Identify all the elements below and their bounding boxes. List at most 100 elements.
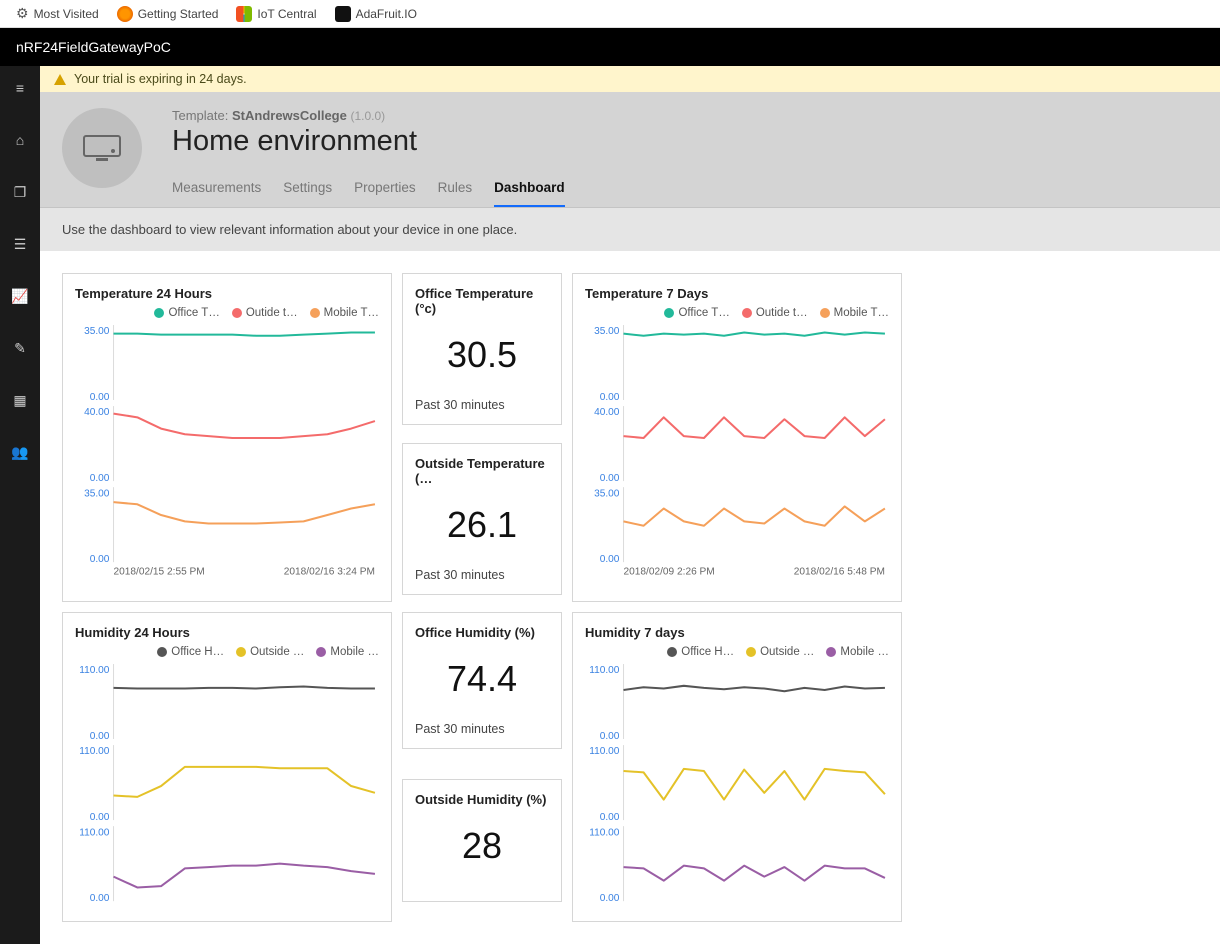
svg-text:0.00: 0.00 — [90, 392, 110, 403]
kpi-value: 74.4 — [415, 658, 549, 700]
sidebar-home-icon[interactable]: ⌂ — [4, 124, 36, 156]
bookmark-getting-started[interactable]: Getting Started — [117, 6, 219, 22]
legend-dot-icon — [316, 647, 326, 657]
card-title: Temperature 7 Days — [585, 286, 889, 301]
svg-text:2018/02/15 2:55 PM: 2018/02/15 2:55 PM — [114, 566, 205, 577]
chart-svg: 110.000.00110.000.00110.000.00 — [75, 662, 379, 905]
card-temperature-7d[interactable]: Temperature 7 Days Office T… Outide t… M… — [572, 273, 902, 602]
chart-svg: 35.000.0040.000.0035.000.002018/02/15 2:… — [75, 323, 379, 586]
tab-properties[interactable]: Properties — [354, 174, 416, 207]
tab-measurements[interactable]: Measurements — [172, 174, 261, 207]
svg-text:40.00: 40.00 — [84, 407, 110, 418]
tab-dashboard[interactable]: Dashboard — [494, 174, 565, 207]
kpi-title: Outside Humidity (%) — [415, 792, 549, 807]
bookmark-iot-central[interactable]: IoT Central — [236, 6, 316, 22]
legend-label: Outside … — [760, 646, 814, 658]
svg-text:0.00: 0.00 — [600, 731, 620, 742]
svg-text:35.00: 35.00 — [84, 326, 110, 337]
bookmark-label: IoT Central — [257, 7, 316, 21]
svg-text:2018/02/16 3:24 PM: 2018/02/16 3:24 PM — [284, 566, 375, 577]
legend-label: Office T… — [168, 307, 219, 319]
svg-text:35.00: 35.00 — [84, 488, 110, 499]
bookmark-label: AdaFruit.IO — [356, 7, 417, 21]
sidebar-sets-icon[interactable]: ☰ — [4, 228, 36, 260]
legend-dot-icon — [667, 647, 677, 657]
legend-label: Outide t… — [756, 307, 808, 319]
svg-text:110.00: 110.00 — [79, 828, 110, 839]
sidebar-explorer-icon[interactable]: ❐ — [4, 176, 36, 208]
warning-icon — [54, 74, 66, 85]
kpi-sub: Past 30 minutes — [415, 722, 549, 736]
app-title-bar: nRF24FieldGatewayPoC — [0, 28, 1220, 66]
card-title: Temperature 24 Hours — [75, 286, 379, 301]
card-humidity-24h[interactable]: Humidity 24 Hours Office H… Outside … Mo… — [62, 612, 392, 921]
kpi-title: Outside Temperature (… — [415, 456, 549, 486]
template-line: Template: StAndrewsCollege (1.0.0) — [172, 108, 565, 123]
tab-settings[interactable]: Settings — [283, 174, 332, 207]
legend-dot-icon — [826, 647, 836, 657]
kpi-value: 26.1 — [415, 504, 549, 546]
svg-text:0.00: 0.00 — [600, 813, 620, 824]
legend-label: Mobile T… — [324, 307, 379, 319]
template-name: StAndrewsCollege — [232, 108, 347, 123]
card-title: Humidity 24 Hours — [75, 625, 379, 640]
svg-text:0.00: 0.00 — [90, 894, 110, 905]
svg-text:0.00: 0.00 — [600, 392, 620, 403]
svg-text:110.00: 110.00 — [589, 747, 620, 758]
warning-text: Your trial is expiring in 24 days. — [74, 72, 247, 86]
card-kpi-outside-humidity[interactable]: Outside Humidity (%) 28 — [402, 779, 562, 902]
adafruit-icon — [335, 6, 351, 22]
app-title: nRF24FieldGatewayPoC — [16, 39, 171, 55]
bookmark-most-visited[interactable]: ⚙ Most Visited — [16, 5, 99, 22]
bookmark-adafruit[interactable]: AdaFruit.IO — [335, 6, 417, 22]
svg-text:0.00: 0.00 — [600, 554, 620, 565]
sidebar-toggle-icon[interactable]: ≡ — [4, 72, 36, 104]
legend-dot-icon — [157, 647, 167, 657]
template-version: (1.0.0) — [350, 109, 385, 123]
legend-dot-icon — [664, 308, 674, 318]
legend-label: Mobile … — [840, 646, 889, 658]
kpi-sub: Past 30 minutes — [415, 398, 549, 412]
sidebar-admin-icon[interactable]: 👥 — [4, 436, 36, 468]
chart-svg: 35.000.0040.000.0035.000.002018/02/09 2:… — [585, 323, 889, 586]
card-title: Humidity 7 days — [585, 625, 889, 640]
legend-dot-icon — [820, 308, 830, 318]
svg-text:35.00: 35.00 — [594, 488, 620, 499]
svg-text:110.00: 110.00 — [79, 747, 110, 758]
legend-label: Mobile … — [330, 646, 379, 658]
kpi-title: Office Humidity (%) — [415, 625, 549, 640]
sidebar-edit-icon[interactable]: ✎ — [4, 332, 36, 364]
dashboard-description-text: Use the dashboard to view relevant infor… — [62, 222, 517, 237]
legend-label: Office H… — [171, 646, 224, 658]
device-tabs: Measurements Settings Properties Rules D… — [172, 174, 565, 207]
bookmark-label: Getting Started — [138, 7, 219, 21]
legend-label: Mobile T… — [834, 307, 889, 319]
legend-dot-icon — [742, 308, 752, 318]
card-kpi-office-temp[interactable]: Office Temperature (°c) 30.5 Past 30 min… — [402, 273, 562, 425]
legend-dot-icon — [310, 308, 320, 318]
main-content: Your trial is expiring in 24 days. Templ… — [40, 66, 1220, 944]
legend-label: Outside … — [250, 646, 304, 658]
dashboard-description: Use the dashboard to view relevant infor… — [40, 208, 1220, 251]
tab-rules[interactable]: Rules — [438, 174, 473, 207]
sidebar-analytics-icon[interactable]: 📈 — [4, 280, 36, 312]
page-title: Home environment — [172, 125, 565, 158]
svg-text:0.00: 0.00 — [600, 473, 620, 484]
left-sidebar: ≡ ⌂ ❐ ☰ 📈 ✎ ▦ 👥 — [0, 66, 40, 944]
card-kpi-office-humidity[interactable]: Office Humidity (%) 74.4 Past 30 minutes — [402, 612, 562, 749]
device-header: Template: StAndrewsCollege (1.0.0) Home … — [40, 92, 1220, 208]
sidebar-apps-icon[interactable]: ▦ — [4, 384, 36, 416]
card-temperature-24h[interactable]: Temperature 24 Hours Office T… Outide t…… — [62, 273, 392, 602]
microsoft-icon — [236, 6, 252, 22]
legend-dot-icon — [236, 647, 246, 657]
device-avatar-icon — [62, 108, 142, 188]
chart-svg: 110.000.00110.000.00110.000.00 — [585, 662, 889, 905]
svg-text:2018/02/09 2:26 PM: 2018/02/09 2:26 PM — [624, 566, 715, 577]
card-kpi-outside-temp[interactable]: Outside Temperature (… 26.1 Past 30 minu… — [402, 443, 562, 595]
browser-bookmark-bar: ⚙ Most Visited Getting Started IoT Centr… — [0, 0, 1220, 28]
trial-warning-banner: Your trial is expiring in 24 days. — [40, 66, 1220, 92]
kpi-value: 28 — [415, 825, 549, 867]
kpi-title: Office Temperature (°c) — [415, 286, 549, 316]
card-humidity-7d[interactable]: Humidity 7 days Office H… Outside … Mobi… — [572, 612, 902, 921]
svg-text:0.00: 0.00 — [600, 894, 620, 905]
